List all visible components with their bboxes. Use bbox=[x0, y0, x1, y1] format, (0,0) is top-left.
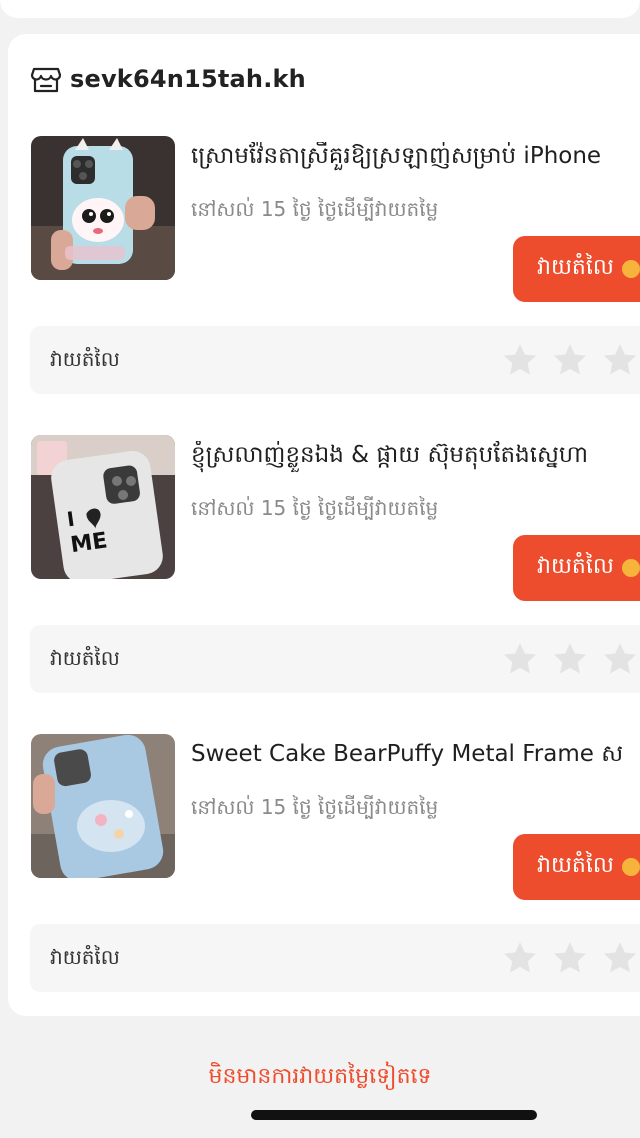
product-title: Sweet Cake BearPuffy Metal Frame ស bbox=[191, 741, 624, 767]
product-thumbnail[interactable] bbox=[31, 734, 175, 878]
review-item: I ME ខ្ញុំស្រលាញ់ខ្លួនឯង & ផ្កាយ ស៊ុមតុប… bbox=[8, 435, 640, 699]
star-rating bbox=[500, 639, 640, 679]
star-rating bbox=[500, 340, 640, 380]
star-icon[interactable] bbox=[600, 639, 640, 679]
star-icon[interactable] bbox=[550, 938, 590, 978]
coin-icon bbox=[621, 559, 640, 577]
product-thumbnail[interactable] bbox=[31, 136, 175, 280]
no-more-reviews-text: មិនមានការវាយតម្លៃទៀតទេ bbox=[208, 1064, 432, 1089]
star-icon[interactable] bbox=[550, 340, 590, 380]
review-button-label: វាយតំលៃ bbox=[537, 853, 614, 878]
previous-card bbox=[0, 0, 640, 18]
star-icon[interactable] bbox=[500, 340, 540, 380]
rating-row: វាយតំលៃ bbox=[30, 625, 640, 693]
star-rating bbox=[500, 938, 640, 978]
shop-icon bbox=[30, 67, 62, 93]
product-title: ខ្ញុំស្រលាញ់ខ្លួនឯង & ផ្កាយ ស៊ុមតុបតែងស្… bbox=[191, 442, 589, 468]
star-icon[interactable] bbox=[600, 340, 640, 380]
rating-label: វាយតំលៃ bbox=[50, 646, 120, 670]
rating-label: វាយតំលៃ bbox=[50, 347, 120, 371]
review-button[interactable]: វាយតំលៃ bbox=[513, 535, 640, 601]
store-header[interactable]: sevk64n15tah.kh bbox=[30, 62, 306, 96]
review-button-label: វាយតំលៃ bbox=[537, 255, 614, 280]
rating-row: វាយតំលៃ bbox=[30, 924, 640, 992]
star-icon[interactable] bbox=[500, 938, 540, 978]
star-icon[interactable] bbox=[600, 938, 640, 978]
coin-icon bbox=[621, 260, 640, 278]
review-button[interactable]: វាយតំលៃ bbox=[513, 236, 640, 302]
home-indicator[interactable] bbox=[251, 1110, 537, 1120]
coin-icon bbox=[621, 858, 640, 876]
review-button[interactable]: វាយតំលៃ bbox=[513, 834, 640, 900]
star-icon[interactable] bbox=[550, 639, 590, 679]
days-remaining-text: នៅសល់ 15 ថ្ងៃ ថ្ងៃដើម្បីវាយតម្លៃ bbox=[191, 795, 439, 819]
review-item: Sweet Cake BearPuffy Metal Frame ស នៅសល់… bbox=[8, 734, 640, 998]
star-icon[interactable] bbox=[500, 639, 540, 679]
days-remaining-text: នៅសល់ 15 ថ្ងៃ ថ្ងៃដើម្បីវាយតម្លៃ bbox=[191, 197, 439, 221]
product-thumbnail[interactable]: I ME bbox=[31, 435, 175, 579]
rating-row: វាយតំលៃ bbox=[30, 326, 640, 394]
store-review-card: sevk64n15tah.kh ស្រោមវ៉ែនតាស្រីគួរឱ្យស្រ… bbox=[8, 34, 640, 1016]
rating-label: វាយតំលៃ bbox=[50, 945, 120, 969]
days-remaining-text: នៅសល់ 15 ថ្ងៃ ថ្ងៃដើម្បីវាយតម្លៃ bbox=[191, 496, 439, 520]
review-button-label: វាយតំលៃ bbox=[537, 554, 614, 579]
store-name: sevk64n15tah.kh bbox=[70, 65, 306, 93]
svg-text:ME: ME bbox=[69, 528, 109, 558]
product-title: ស្រោមវ៉ែនតាស្រីគួរឱ្យស្រឡាញ់សម្រាប់ iPho… bbox=[191, 143, 602, 169]
review-item: ស្រោមវ៉ែនតាស្រីគួរឱ្យស្រឡាញ់សម្រាប់ iPho… bbox=[8, 136, 640, 400]
